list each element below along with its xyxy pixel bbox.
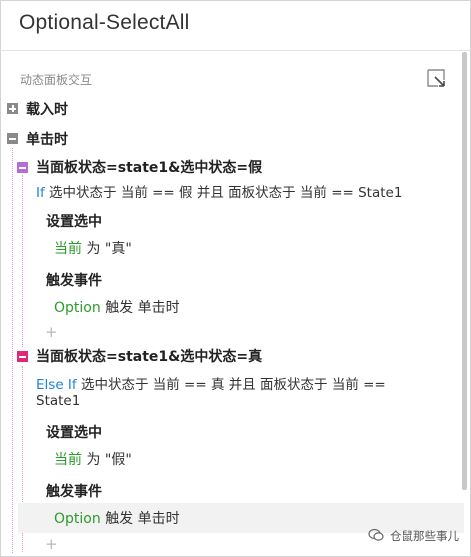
vertical-scrollbar[interactable] xyxy=(462,52,467,490)
collapse-onclick-icon[interactable] xyxy=(7,133,18,144)
case2-add-action-button[interactable]: + xyxy=(45,535,58,553)
case2-action1-detail[interactable]: 当前 为 "假" xyxy=(54,449,132,469)
case1-add-action-button[interactable]: + xyxy=(45,323,58,341)
panel-title: Optional-SelectAll xyxy=(19,11,190,34)
case1-action2-target: Option xyxy=(54,300,101,316)
case1-action2-title[interactable]: 触发事件 xyxy=(46,270,102,290)
case2-condition-text: 选中状态于 当前 == 真 并且 面板状态于 当前 == xyxy=(80,377,386,393)
section-label: 动态面板交互 xyxy=(20,73,93,87)
expand-onload-icon[interactable] xyxy=(7,103,18,114)
case2-action2-target: Option xyxy=(54,511,101,527)
collapse-case1-icon[interactable] xyxy=(17,162,28,173)
case1-condition[interactable]: If 选中状态于 当前 == 假 并且 面板状态于 当前 == State1 xyxy=(36,181,402,201)
case1-action1-detail[interactable]: 当前 为 "真" xyxy=(54,238,132,258)
case1-action2-detail[interactable]: Option 触发 单击时 xyxy=(54,297,180,317)
case1-condition-text: 选中状态于 当前 == 假 并且 面板状态于 当前 == State1 xyxy=(49,185,403,201)
wechat-icon xyxy=(368,528,384,541)
tree-guide-line xyxy=(12,148,13,553)
case2-action2-detail[interactable]: Option 触发 单击时 xyxy=(54,508,180,528)
case2-action1-rest: 为 "假" xyxy=(86,452,132,468)
case2-title[interactable]: 当面板状态=state1&选中状态=真 xyxy=(36,346,262,366)
case1-action1-title[interactable]: 设置选中 xyxy=(46,211,102,231)
event-onclick[interactable]: 单击时 xyxy=(26,129,68,149)
case2-action1-title[interactable]: 设置选中 xyxy=(46,422,102,442)
case2-condition-line2[interactable]: State1 xyxy=(36,393,80,409)
case2-action1-target: 当前 xyxy=(54,452,82,468)
watermark-text: 仓鼠那些事儿 xyxy=(390,529,459,543)
case1-guide-line xyxy=(22,175,23,347)
collapse-case2-icon[interactable] xyxy=(17,351,28,362)
case2-action2-rest: 触发 单击时 xyxy=(105,511,180,527)
case1-action2-rest: 触发 单击时 xyxy=(105,300,180,316)
expand-corner-icon[interactable] xyxy=(426,68,446,88)
case1-action1-rest: 为 "真" xyxy=(86,241,132,257)
title-divider xyxy=(0,50,470,51)
event-onload[interactable]: 载入时 xyxy=(26,99,68,119)
case2-condition-line1[interactable]: Else If 选中状态于 当前 == 真 并且 面板状态于 当前 == xyxy=(36,373,386,393)
case1-title[interactable]: 当面板状态=state1&选中状态=假 xyxy=(36,157,262,177)
case2-action2-title[interactable]: 触发事件 xyxy=(46,481,102,501)
case1-keyword: If xyxy=(36,185,45,201)
case1-action1-target: 当前 xyxy=(54,241,82,257)
case2-keyword: Else If xyxy=(36,377,77,393)
